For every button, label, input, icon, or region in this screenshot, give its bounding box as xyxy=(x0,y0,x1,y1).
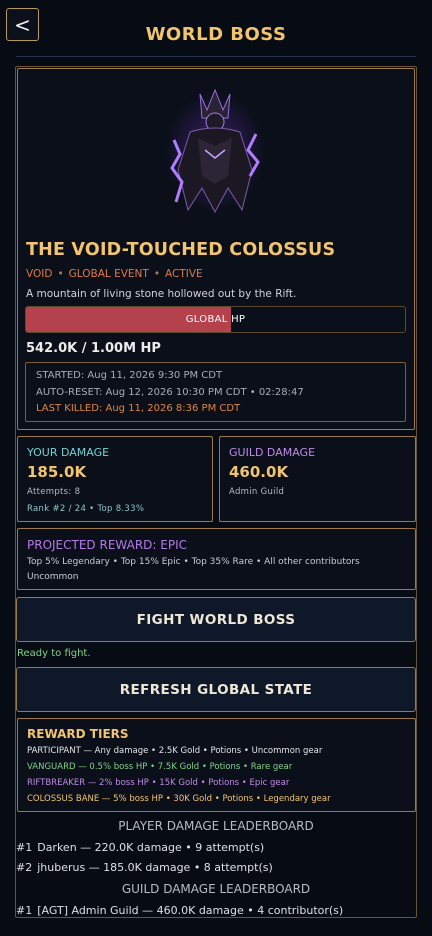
hp-bar-label: GLOBAL HP xyxy=(185,314,246,325)
reward-tiers-card: REWARD TIERS PARTICIPANT — Any damage • … xyxy=(17,718,416,812)
leaderboard-entry: [AGT] Admin Guild — 460.0K damage • 4 co… xyxy=(37,904,344,917)
leaderboard-row: #2 jhuberus — 185.0K damage • 8 attempt(s… xyxy=(16,861,273,874)
guild-leaderboard-row: #1 [AGT] Admin Guild — 460.0K damage • 4 … xyxy=(16,904,343,917)
leaderboard-rank: #1 xyxy=(16,904,33,917)
boss-tag: VOID xyxy=(26,268,53,280)
tier-participant: PARTICIPANT — Any damage • 2.5K Gold • P… xyxy=(27,746,323,756)
leaderboard-entry: Darken — 220.0K damage • 9 attempt(s) xyxy=(37,841,265,854)
projected-reward-rules: Top 5% Legendary • Top 15% Epic • Top 35… xyxy=(27,557,360,567)
tag-separator: • xyxy=(57,268,64,280)
last-killed-time: LAST KILLED: Aug 11, 2026 8:36 PM CDT xyxy=(36,403,241,414)
auto-reset-time: AUTO-RESET: Aug 12, 2026 10:30 PM CDT • … xyxy=(36,387,304,398)
top-bar: < WORLD BOSS xyxy=(0,0,432,58)
boss-tag: GLOBAL EVENT xyxy=(68,268,149,280)
fight-world-boss-button[interactable]: FIGHT WORLD BOSS xyxy=(16,597,416,642)
projected-reward-rules-cont: Uncommon xyxy=(27,572,79,582)
projected-reward-card: PROJECTED REWARD: EPIC Top 5% Legendary … xyxy=(17,528,416,590)
guild-damage-card: GUILD DAMAGE 460.0K Admin Guild xyxy=(219,436,416,522)
guild-damage-value: 460.0K xyxy=(229,463,289,481)
boss-tag: ACTIVE xyxy=(165,268,203,280)
guild-damage-title: GUILD DAMAGE xyxy=(229,446,316,459)
title-divider xyxy=(16,56,416,57)
event-times-box: STARTED: Aug 11, 2026 9:30 PM CDT AUTO-R… xyxy=(25,362,406,422)
guild-name: Admin Guild xyxy=(229,487,285,497)
your-damage-title: YOUR DAMAGE xyxy=(27,446,110,459)
tier-riftbreaker: RIFTBREAKER — 2% boss HP • 15K Gold • Po… xyxy=(27,778,290,788)
boss-portrait-image xyxy=(165,88,265,214)
global-hp-bar: GLOBAL HP xyxy=(25,306,406,333)
player-leaderboard-heading: PLAYER DAMAGE LEADERBOARD xyxy=(118,819,314,833)
leaderboard-rank: #1 xyxy=(16,841,33,854)
started-time: STARTED: Aug 11, 2026 9:30 PM CDT xyxy=(36,370,223,381)
projected-reward-title: PROJECTED REWARD: EPIC xyxy=(27,538,187,552)
your-rank: Rank #2 / 24 • Top 8.33% xyxy=(27,504,145,514)
tag-separator: • xyxy=(153,268,161,280)
leaderboard-row: #1 Darken — 220.0K damage • 9 attempt(s) xyxy=(16,841,264,854)
hp-amount: 542.0K / 1.00M HP xyxy=(26,341,161,356)
reward-tiers-title: REWARD TIERS xyxy=(27,727,129,741)
fight-status: Ready to fight. xyxy=(17,648,91,659)
refresh-global-state-button[interactable]: REFRESH GLOBAL STATE xyxy=(16,667,416,712)
boss-description: A mountain of living stone hollowed out … xyxy=(26,288,297,300)
page-title: WORLD BOSS xyxy=(145,24,287,45)
your-damage-card: YOUR DAMAGE 185.0K Attempts: 8 Rank #2 /… xyxy=(17,436,213,522)
leaderboard-rank: #2 xyxy=(16,861,33,874)
leaderboard-entry: jhuberus — 185.0K damage • 8 attempt(s) xyxy=(37,861,273,874)
your-attempts: Attempts: 8 xyxy=(27,487,81,497)
tier-colossus-bane: COLOSSUS BANE — 5% boss HP • 30K Gold • … xyxy=(27,794,331,804)
guild-leaderboard-heading: GUILD DAMAGE LEADERBOARD xyxy=(121,882,311,896)
tier-vanguard: VANGUARD — 0.5% boss HP • 7.5K Gold • Po… xyxy=(27,762,293,772)
your-damage-value: 185.0K xyxy=(27,463,87,481)
boss-tags: VOID • GLOBAL EVENT • ACTIVE xyxy=(26,268,203,280)
boss-name: THE VOID-TOUCHED COLOSSUS xyxy=(26,240,336,260)
